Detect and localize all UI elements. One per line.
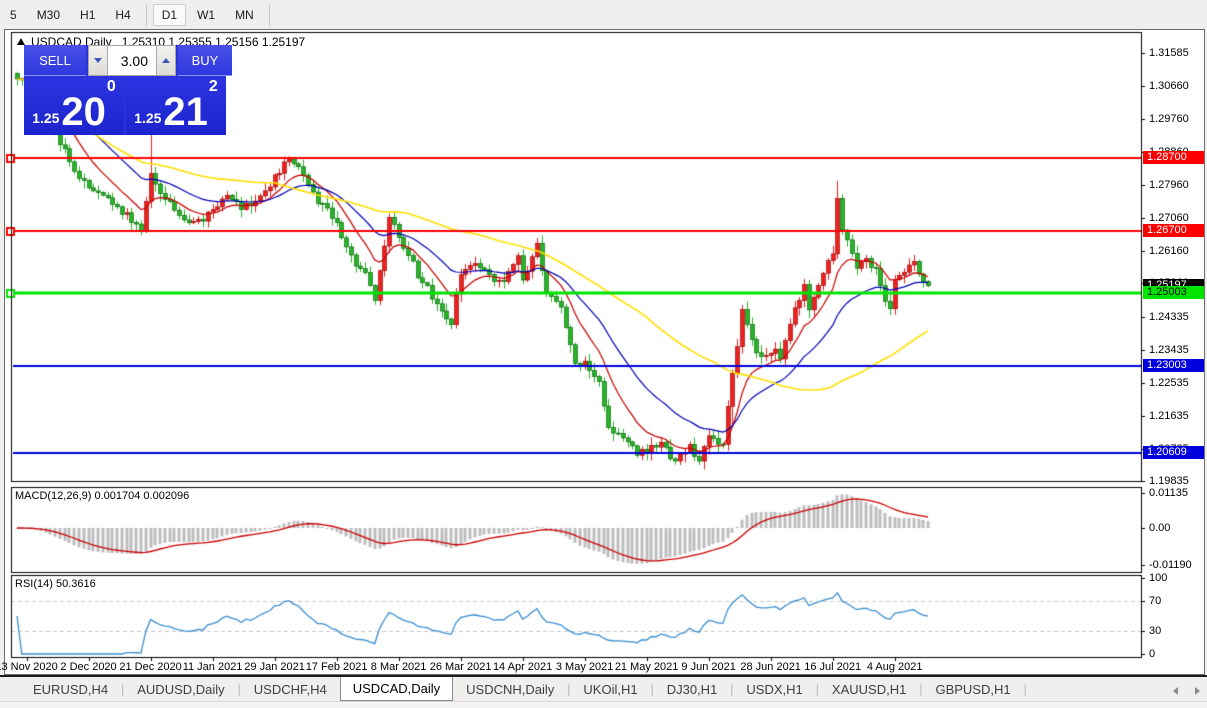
arrow-up-icon — [162, 58, 170, 63]
timeframe-button-w1[interactable]: W1 — [188, 4, 224, 26]
chart-tab-ukoil[interactable]: UKOil,H1 — [570, 677, 650, 701]
timeframe-toolbar: 5 M30 H1 H4 D1 W1 MN — [0, 0, 1207, 30]
chart-tab-audusd[interactable]: AUDUSD,Daily — [124, 677, 237, 701]
price-axis-tick: 1.24335 — [1149, 311, 1189, 323]
one-click-trading-widget: SELL BUY 1.25 20 0 1.25 21 2 — [24, 45, 232, 135]
buy-price-pip: 2 — [208, 78, 218, 95]
left-arrow-icon — [1172, 687, 1178, 695]
sell-price-display[interactable]: 1.25 20 0 — [24, 77, 124, 135]
timeframe-button-5[interactable]: 5 — [1, 4, 26, 26]
macd-axis-tick: -0.01190 — [1149, 559, 1192, 571]
macd-indicator-label: MACD(12,26,9) 0.001704 0.002096 — [15, 490, 190, 502]
tab-scroll-right-button[interactable] — [1191, 685, 1203, 697]
rsi-axis-tick: 70 — [1149, 595, 1162, 607]
buy-price-display[interactable]: 1.25 21 2 — [126, 77, 226, 135]
rsi-axis-tick: 30 — [1149, 625, 1162, 637]
sell-price-big: 20 — [61, 90, 106, 135]
chart-window: USDCAD,Daily 1.25310 1.25355 1.25156 1.25… — [0, 29, 1205, 675]
macd-axis-tick: 0.01135 — [1149, 487, 1188, 499]
tab-separator: | — [1023, 682, 1027, 696]
volume-decrease-button[interactable] — [88, 45, 108, 76]
toolbar-separator — [268, 3, 270, 26]
price-level-badge-1.28700: 1.28700 — [1143, 151, 1204, 164]
chart-tab-dj30[interactable]: DJ30,H1 — [654, 677, 731, 701]
price-axis-tick: 1.27960 — [1149, 179, 1189, 191]
sell-price-prefix: 1.25 — [32, 110, 60, 126]
price-axis-tick: 1.22535 — [1149, 377, 1189, 389]
price-axis-tick: 1.26160 — [1149, 245, 1189, 257]
rsi-axis-tick: 0 — [1149, 648, 1156, 660]
chart-tab-usdcad[interactable]: USDCAD,Daily — [339, 677, 454, 701]
price-axis-tick: 1.29760 — [1149, 113, 1189, 125]
price-axis-tick: 1.23435 — [1149, 344, 1189, 356]
chart-tab-usdcnh[interactable]: USDCNH,Daily — [453, 677, 567, 701]
price-axis-tick: 1.31585 — [1149, 47, 1189, 59]
volume-spinner — [88, 45, 176, 76]
chart-tab-xauusd[interactable]: XAUUSD,H1 — [819, 677, 919, 701]
tab-scroll-left-button[interactable] — [1169, 685, 1181, 697]
arrow-down-icon — [94, 58, 102, 63]
volume-increase-button[interactable] — [156, 45, 176, 76]
price-level-badge-1.23003: 1.23003 — [1143, 359, 1204, 372]
timeframe-button-d1[interactable]: D1 — [152, 3, 187, 26]
timeframe-button-h4[interactable]: H4 — [106, 4, 139, 26]
price-level-badge-1.25003: 1.25003 — [1143, 286, 1204, 299]
timeframe-button-h1[interactable]: H1 — [71, 4, 104, 26]
buy-button[interactable]: BUY — [178, 45, 232, 76]
sell-price-pip: 0 — [106, 78, 116, 95]
timeframe-button-mn[interactable]: MN — [226, 4, 263, 26]
date-axis-label: 4 Aug 2021 — [866, 661, 923, 673]
right-arrow-icon — [1194, 687, 1200, 695]
collapse-arrow-icon[interactable] — [17, 38, 25, 45]
sell-button[interactable]: SELL — [24, 45, 86, 76]
chart-tab-gbpusd[interactable]: GBPUSD,H1 — [922, 677, 1023, 701]
price-level-badge-1.26700: 1.26700 — [1143, 224, 1204, 237]
chart-tab-usdchf[interactable]: USDCHF,H4 — [241, 677, 340, 701]
chart-tab-bar: EURUSD,H4 | AUDUSD,Daily | USDCHF,H4 USDCAD,D… — [0, 675, 1207, 701]
timeframe-button-m30[interactable]: M30 — [28, 4, 69, 26]
rsi-axis-tick: 100 — [1149, 572, 1168, 584]
rsi-indicator-label: RSI(14) 50.3616 — [15, 578, 96, 590]
volume-input[interactable] — [108, 45, 156, 76]
chart-tab-eurusd[interactable]: EURUSD,H4 — [20, 677, 121, 701]
price-axis-tick: 1.21635 — [1149, 410, 1189, 422]
chart-tab-usdx[interactable]: USDX,H1 — [733, 677, 815, 701]
price-level-badge-1.20609: 1.20609 — [1143, 446, 1204, 459]
buy-price-big: 21 — [163, 90, 208, 135]
toolbar-separator — [145, 3, 147, 26]
macd-axis-tick: 0.00 — [1149, 522, 1171, 534]
buy-price-prefix: 1.25 — [134, 110, 162, 126]
tab-scroll-buttons — [1169, 685, 1203, 697]
price-axis-tick: 1.30660 — [1149, 80, 1189, 92]
